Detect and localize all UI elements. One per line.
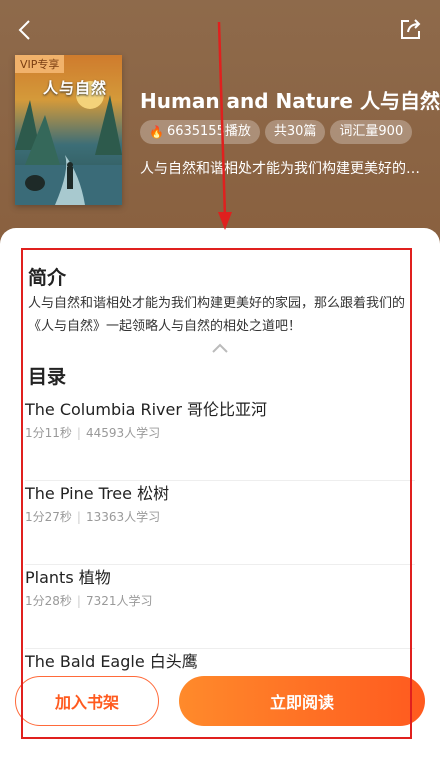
chapter-item[interactable]: The Pine Tree 松树 1分27秒 | 13363人学习 — [25, 480, 415, 565]
share-icon[interactable] — [398, 16, 424, 42]
plays-tag: 🔥 6635155播放 — [140, 120, 260, 144]
book-header: VIP专享 人与自然 Human and Nature 人与自然 🔥 66351… — [0, 0, 440, 250]
plays-count: 6635155播放 — [166, 124, 251, 139]
chapter-meta: 1分11秒 | 44593人学习 — [25, 426, 161, 440]
chapter-duration: 1分11秒 — [25, 426, 72, 440]
chapter-learners: 13363人学习 — [85, 510, 161, 524]
episodes-tag: 共30篇 — [264, 120, 326, 144]
chapter-title: The Columbia River 哥伦比亚河 — [25, 400, 268, 419]
chapter-meta: 1分28秒 | 7321人学习 — [25, 594, 153, 608]
back-arrow-icon[interactable] — [14, 18, 38, 42]
book-subtitle: 人与自然和谐相处才能为我们构建更美好的家园，那么跟着我们的《人与自然》一起领略人… — [140, 161, 425, 177]
book-title: Human and Nature 人与自然 — [140, 89, 440, 113]
add-to-shelf-button[interactable]: 加入书架 — [15, 676, 159, 726]
toc-heading: 目录 — [28, 366, 67, 388]
chapter-title: The Bald Eagle 白头鹰 — [25, 652, 198, 671]
chapter-item[interactable]: The Columbia River 哥伦比亚河 1分11秒 | 44593人学习 — [25, 396, 415, 481]
chapter-duration: 1分27秒 — [25, 510, 72, 524]
chapter-title: Plants 植物 — [25, 568, 111, 587]
chevron-up-icon[interactable] — [211, 342, 229, 354]
vocab-tag: 词汇量900 — [330, 120, 413, 144]
chapter-learners: 44593人学习 — [85, 426, 161, 440]
intro-text: 人与自然和谐相处才能为我们构建更美好的家园，那么跟着我们的《人与自然》一起领略人… — [28, 296, 406, 334]
chapter-learners: 7321人学习 — [85, 594, 153, 608]
read-now-button[interactable]: 立即阅读 — [179, 676, 425, 726]
book-cover[interactable]: VIP专享 人与自然 — [15, 55, 122, 205]
book-stats: 🔥 6635155播放 共30篇 词汇量900 — [140, 120, 413, 144]
vip-badge: VIP专享 — [15, 55, 65, 73]
flame-icon: 🔥 — [149, 125, 164, 139]
chapter-title: The Pine Tree 松树 — [25, 484, 170, 503]
chapter-duration: 1分28秒 — [25, 594, 72, 608]
chapter-meta: 1分27秒 | 13363人学习 — [25, 510, 161, 524]
cover-title: 人与自然 — [43, 79, 108, 97]
chapter-item[interactable]: Plants 植物 1分28秒 | 7321人学习 — [25, 564, 415, 649]
intro-heading: 简介 — [28, 267, 67, 289]
